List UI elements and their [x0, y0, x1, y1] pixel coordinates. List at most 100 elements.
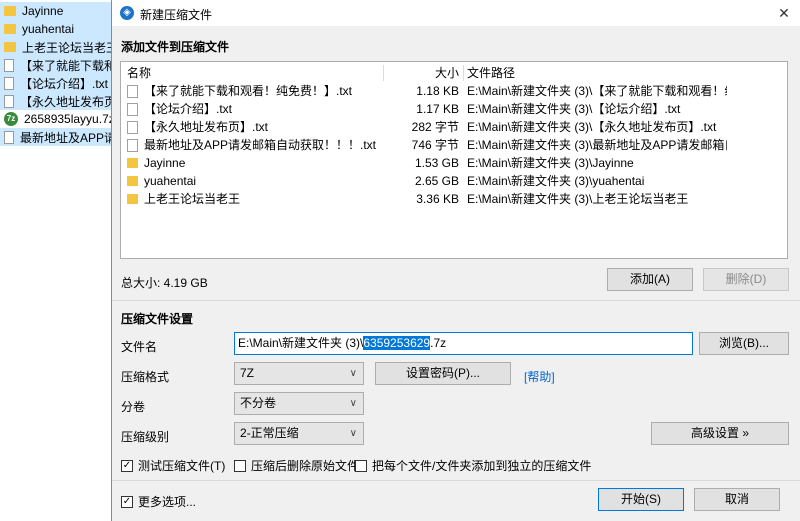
item-path: E:\Main\新建文件夹 (3)\yuahentai: [467, 174, 645, 188]
compression-level-label: 压缩级别: [121, 430, 170, 444]
list-item[interactable]: 【论坛介绍】.txt 1.17 KB E:\Main\新建文件夹 (3)\【论坛…: [121, 100, 787, 118]
explorer-item[interactable]: 最新地址及APP请发: [0, 128, 113, 146]
file-icon: [127, 138, 138, 152]
item-size: 2.65 GB: [414, 174, 459, 188]
compression-level-select[interactable]: 2-正常压缩 ∨: [234, 422, 364, 445]
column-divider[interactable]: [463, 65, 464, 81]
explorer-item-label: 【论坛介绍】.txt: [20, 76, 109, 91]
compression-level-value: 2-正常压缩: [240, 426, 299, 440]
list-item[interactable]: 【永久地址发布页】.txt 282 字节 E:\Main\新建文件夹 (3)\【…: [121, 118, 787, 136]
separate-archives-checkbox[interactable]: 把每个文件/文件夹添加到独立的压缩文件: [355, 457, 591, 474]
archive-file-list[interactable]: 名称 大小 文件路径 【来了就能下载和观看！纯免费！】.txt 1.18 KB …: [120, 61, 788, 259]
list-item[interactable]: Jayinne 1.53 GB E:\Main\新建文件夹 (3)\Jayinn…: [121, 154, 787, 172]
explorer-item-label: 最新地址及APP请发: [20, 130, 113, 145]
item-path: E:\Main\新建文件夹 (3)\【论坛介绍】.txt: [467, 102, 681, 116]
file-icon: [127, 102, 138, 116]
explorer-item-label: yuahentai: [22, 22, 75, 36]
column-header-name[interactable]: 名称: [127, 64, 151, 82]
item-size: 282 字节: [411, 120, 459, 134]
advanced-settings-button[interactable]: 高级设置 »: [651, 422, 789, 445]
section-divider: [112, 480, 800, 481]
folder-icon: [4, 24, 16, 34]
split-label: 分卷: [121, 400, 146, 414]
close-button[interactable]: ✕: [767, 0, 800, 26]
filename-selected-text: 6359253629: [363, 336, 431, 350]
explorer-item[interactable]: 上老王论坛当老王: [0, 38, 113, 56]
explorer-item-label: 【来了就能下载和观: [20, 58, 113, 73]
list-item[interactable]: 【来了就能下载和观看！纯免费！】.txt 1.18 KB E:\Main\新建文…: [121, 82, 787, 100]
folder-icon: [127, 194, 138, 204]
explorer-file-list: Jayinne yuahentai 上老王论坛当老王 【来了就能下载和观 【论坛…: [0, 0, 113, 521]
dialog-title: 新建压缩文件: [140, 8, 213, 22]
folder-icon: [127, 158, 138, 168]
item-size: 1.17 KB: [416, 102, 459, 116]
explorer-item-label: 【永久地址发布页】: [20, 94, 113, 109]
folder-icon: [127, 176, 138, 186]
delete-after-compress-checkbox[interactable]: 压缩后删除原始文件: [234, 457, 359, 474]
help-link[interactable]: [帮助]: [524, 368, 555, 385]
archive-settings-title: 压缩文件设置: [121, 312, 194, 326]
file-icon: [4, 58, 14, 72]
test-archive-checkbox[interactable]: ✓ 测试压缩文件(T): [121, 457, 225, 474]
explorer-item-label: 2658935layyu.7z: [24, 112, 113, 126]
list-item[interactable]: yuahentai 2.65 GB E:\Main\新建文件夹 (3)\yuah…: [121, 172, 787, 190]
column-divider[interactable]: [383, 65, 384, 81]
item-size: 746 字节: [411, 138, 459, 152]
checkbox-label: 把每个文件/文件夹添加到独立的压缩文件: [372, 459, 592, 473]
filename-label: 文件名: [121, 340, 158, 354]
item-path: E:\Main\新建文件夹 (3)\【永久地址发布页】.txt: [467, 120, 717, 134]
chevron-down-icon: ∨: [349, 428, 357, 439]
add-button[interactable]: 添加(A): [607, 268, 693, 291]
explorer-item[interactable]: 【永久地址发布页】: [0, 92, 113, 110]
cancel-button[interactable]: 取消: [694, 488, 780, 511]
file-icon: [4, 130, 14, 144]
item-path: E:\Main\新建文件夹 (3)\【来了就能下载和观看！纯...: [467, 84, 727, 98]
explorer-item[interactable]: 【论坛介绍】.txt: [0, 74, 113, 92]
set-password-button[interactable]: 设置密码(P)...: [375, 362, 511, 385]
total-size-label: 总大小: 4.19 GB: [121, 276, 208, 290]
format-select[interactable]: 7Z ∨: [234, 362, 364, 385]
app-logo-icon: ◈: [120, 6, 134, 20]
checkbox-checked-icon: ✓: [121, 459, 133, 472]
add-files-section-title: 添加文件到压缩文件: [121, 40, 230, 54]
item-size: 1.53 GB: [414, 156, 459, 170]
filename-input[interactable]: E:\Main\新建文件夹 (3)\6359253629.7z: [234, 332, 693, 355]
delete-button[interactable]: 删除(D): [703, 268, 789, 291]
explorer-item-label: 上老王论坛当老王: [22, 40, 113, 55]
item-path: E:\Main\新建文件夹 (3)\最新地址及APP请发邮箱自...: [467, 138, 727, 152]
chevron-down-icon: ∨: [349, 368, 357, 379]
archive-7z-icon: 7z: [4, 112, 18, 126]
folder-icon: [4, 42, 16, 52]
file-icon: [4, 94, 14, 108]
split-value: 不分卷: [240, 396, 277, 410]
dialog-content: 添加文件到压缩文件 名称 大小 文件路径 【来了就能下载和观看！纯免费！】.tx…: [112, 26, 800, 521]
item-name: yuahentai: [144, 174, 197, 188]
item-size: 1.18 KB: [416, 84, 459, 98]
explorer-item[interactable]: 7z 2658935layyu.7z: [0, 110, 113, 128]
list-item[interactable]: 上老王论坛当老王 3.36 KB E:\Main\新建文件夹 (3)\上老王论坛…: [121, 190, 787, 208]
column-header-size[interactable]: 大小: [389, 64, 459, 82]
checkbox-unchecked-icon: [234, 459, 246, 472]
explorer-item[interactable]: yuahentai: [0, 20, 113, 38]
item-name: 【来了就能下载和观看！纯免费！】.txt: [144, 84, 353, 98]
browse-button[interactable]: 浏览(B)...: [699, 332, 789, 355]
split-select[interactable]: 不分卷 ∨: [234, 392, 364, 415]
more-options-checkbox[interactable]: ✓ 更多选项...: [121, 493, 196, 510]
section-divider: [112, 300, 800, 301]
start-button[interactable]: 开始(S): [598, 488, 684, 511]
checkbox-label: 压缩后删除原始文件: [251, 459, 360, 473]
item-name: 【永久地址发布页】.txt: [144, 120, 269, 134]
explorer-item[interactable]: 【来了就能下载和观: [0, 56, 113, 74]
item-name: 上老王论坛当老王: [144, 192, 241, 206]
item-size: 3.36 KB: [416, 192, 459, 206]
item-name: 最新地址及APP请发邮箱自动获取！！！.txt: [144, 138, 377, 152]
file-icon: [4, 76, 14, 90]
folder-icon: [4, 6, 16, 16]
new-archive-dialog: ◈ 新建压缩文件 ✕ 添加文件到压缩文件 名称 大小 文件路径 【来了就能下载和…: [111, 0, 800, 521]
column-header-path[interactable]: 文件路径: [467, 64, 515, 82]
list-item[interactable]: 最新地址及APP请发邮箱自动获取！！！.txt 746 字节 E:\Main\新…: [121, 136, 787, 154]
checkbox-checked-icon: ✓: [121, 495, 133, 508]
checkbox-unchecked-icon: [355, 459, 367, 472]
explorer-item[interactable]: Jayinne: [0, 2, 113, 20]
item-name: 【论坛介绍】.txt: [144, 102, 233, 116]
